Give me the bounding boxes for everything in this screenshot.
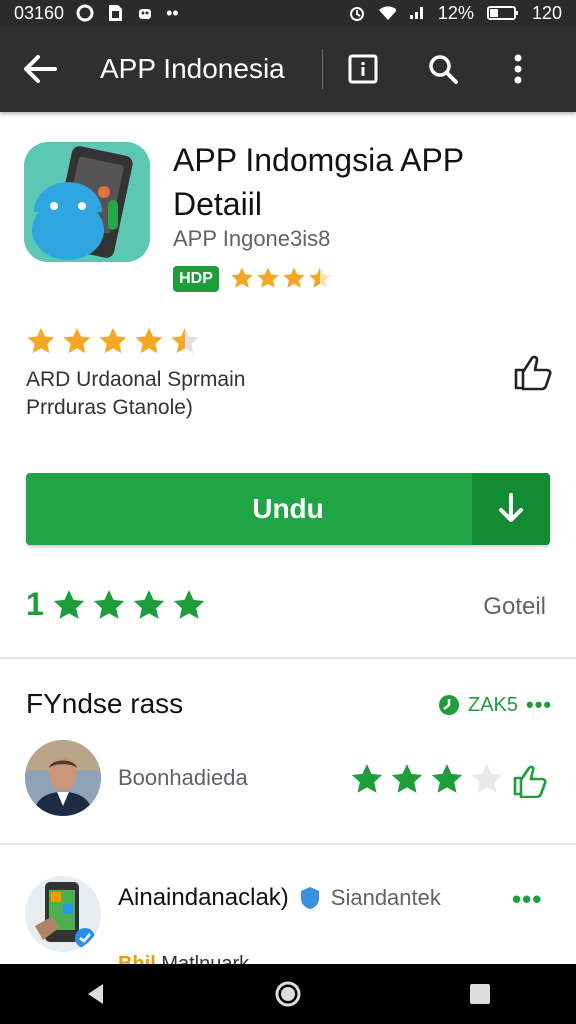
- rating-link[interactable]: Goteil: [483, 593, 546, 621]
- thumbs-up-outline-icon: [514, 355, 552, 391]
- search-button[interactable]: [403, 26, 483, 112]
- back-button[interactable]: [0, 26, 80, 112]
- circle-home-icon: [275, 981, 301, 1007]
- star-half-icon: [309, 267, 331, 288]
- star-filled-icon: [173, 589, 204, 619]
- status-bar: 03160 •• 12% 120: [0, 0, 576, 26]
- clock-icon: [439, 695, 459, 715]
- wifi-icon: [378, 4, 396, 22]
- nav-home-button[interactable]: [248, 964, 328, 1024]
- star-filled-icon: [63, 327, 91, 354]
- alarm-icon: [348, 4, 366, 22]
- verified-badge-icon: [300, 887, 319, 909]
- reviewer-avatar: [25, 876, 101, 952]
- review-like-button[interactable]: [512, 762, 548, 799]
- download-arrow-icon: [499, 493, 523, 522]
- status-time: 03160: [14, 2, 65, 23]
- star-filled-icon: [99, 327, 127, 354]
- app-title: APP Indomgsia APP Detaiil: [173, 142, 464, 222]
- reviewer-avatar: [25, 740, 101, 816]
- reviewer-badge-label: Siandantek: [330, 885, 441, 910]
- review-divider: [0, 843, 576, 845]
- review-rating-stars: [350, 762, 504, 796]
- app-description: ARD Urdaonal Sprmain Prrduras Gtanole): [26, 366, 245, 422]
- star-filled-icon: [283, 267, 305, 288]
- app-developer[interactable]: APP Ingone3is8: [173, 226, 330, 252]
- info-box-icon: [348, 54, 378, 84]
- review-more-icon[interactable]: •••: [512, 884, 542, 915]
- star-filled-icon: [27, 327, 55, 354]
- rating-number: 1: [26, 586, 44, 622]
- star-filled-icon: [431, 764, 463, 793]
- section-meta-label: ZAK5: [468, 693, 519, 716]
- star-filled-icon: [133, 589, 164, 619]
- install-button[interactable]: Undu: [26, 473, 472, 545]
- nav-recents-button[interactable]: [440, 964, 520, 1024]
- content-rating-badge: HDP: [173, 266, 219, 292]
- status-right-text: 120: [531, 2, 562, 23]
- description-line-2: Prrduras Gtanole): [26, 396, 193, 419]
- star-filled-icon: [53, 589, 84, 619]
- app-toolbar: APP Indonesia: [0, 26, 576, 112]
- toolbar-title: APP Indonesia: [100, 53, 285, 84]
- more-notifications-icon: ••: [166, 2, 179, 23]
- star-filled-icon: [231, 267, 253, 288]
- section-meta[interactable]: ZAK5 •••: [438, 692, 552, 718]
- triangle-back-icon: [88, 984, 103, 1004]
- star-half-icon: [171, 327, 199, 354]
- review-text-prefix: Bhil: [118, 953, 156, 964]
- star-filled-icon: [135, 327, 163, 354]
- nav-back-button[interactable]: [56, 964, 136, 1024]
- star-filled-icon: [257, 267, 279, 288]
- info-button[interactable]: [323, 26, 403, 112]
- search-icon: [429, 55, 458, 84]
- section-divider: [0, 657, 576, 659]
- star-empty-icon: [471, 764, 503, 793]
- sim-card-icon: [106, 4, 124, 22]
- battery-percent: 12%: [437, 2, 474, 23]
- description-line-1: ARD Urdaonal Sprmain: [26, 368, 246, 391]
- app-icon: [24, 142, 150, 262]
- star-filled-icon: [391, 764, 423, 793]
- signal-icon: [408, 4, 426, 22]
- reviewer-name: Ainaindanaclak): [118, 884, 289, 911]
- green-rating-stars[interactable]: [52, 588, 206, 622]
- rating-summary: 1: [26, 586, 206, 623]
- reviewer-name: Boonhadieda: [118, 765, 248, 790]
- system-nav-bar: [0, 964, 576, 1024]
- like-button[interactable]: [512, 352, 552, 392]
- reviewer-name-row: Ainaindanaclak) Siandantek: [118, 884, 441, 912]
- android-notification-icon: [136, 4, 154, 22]
- download-button[interactable]: [472, 473, 550, 545]
- install-button-group: Undu: [26, 473, 550, 545]
- thumbs-up-outline-icon: [513, 765, 547, 799]
- small-rating-stars: [230, 266, 332, 290]
- notification-circle-icon: [76, 4, 94, 22]
- section-more-icon[interactable]: •••: [526, 692, 552, 718]
- square-recents-icon: [470, 984, 490, 1004]
- battery-icon: [486, 4, 520, 22]
- more-vert-icon: [514, 54, 522, 84]
- app-rating-stars: [26, 326, 200, 356]
- star-filled-icon: [93, 589, 124, 619]
- back-arrow-icon: [24, 55, 57, 83]
- section-title: FYndse rass: [26, 688, 184, 719]
- star-filled-icon: [351, 764, 383, 793]
- review-text: Bhil Matlnuark: [118, 950, 249, 964]
- review-text-body: Matlnuark: [161, 953, 250, 964]
- overflow-menu-button[interactable]: [483, 26, 553, 112]
